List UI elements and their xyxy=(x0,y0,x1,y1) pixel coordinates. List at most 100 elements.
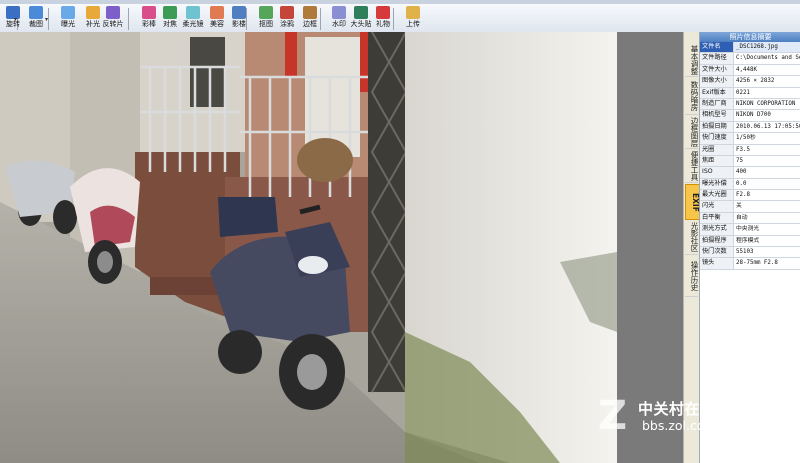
toolbar: 旋转 裁图 曝光 补光 反转片 彩棒 对焦 柔光镜 美容 影楼 抠图 涂鸦 边框 水印 大头贴 礼物 上传 ▾ ▾ xyxy=(0,4,800,33)
exif-key: 快门速度 xyxy=(700,133,734,144)
exif-value: F2.8 xyxy=(736,192,750,199)
watermark-brand: 中关村在线论坛 xyxy=(638,400,747,418)
street-photo xyxy=(0,32,617,463)
chevron-down-icon[interactable]: ▾ xyxy=(14,16,17,23)
exif-key: 文件名 xyxy=(700,42,734,53)
forum-watermark: Z 中关村在线论坛 bbs.zol.com.cn xyxy=(598,396,788,440)
tool-label: 上传 xyxy=(406,20,420,28)
sticker-icon xyxy=(354,6,368,19)
exif-value: 程序模式 xyxy=(736,237,760,244)
exif-row[interactable]: 文件大小 4,448K xyxy=(700,64,800,77)
exif-value: 400 xyxy=(736,169,747,176)
soft-lens-icon xyxy=(186,6,200,19)
exif-key: 曝光补偿 xyxy=(700,178,734,190)
exif-key: 镜头 xyxy=(700,258,734,269)
focus-icon xyxy=(163,6,177,19)
exif-value: 55103 xyxy=(736,249,754,256)
cutout-icon xyxy=(259,6,273,19)
exif-row[interactable]: 图像大小 4256 × 2832 xyxy=(700,76,800,88)
exif-row[interactable]: 制造厂商 NIKON CORPORATION xyxy=(700,98,800,111)
exif-value: 4,448K xyxy=(736,66,757,73)
exif-key: 闪光 xyxy=(700,201,734,212)
reversal-film-icon xyxy=(106,6,120,19)
exif-key: 光圈 xyxy=(700,144,734,155)
exif-row[interactable]: 拍摄日期 2010.06.13 17:05:50 xyxy=(700,121,800,134)
exif-panel-title: 照片信息摘要 xyxy=(700,32,800,42)
exif-row[interactable]: 测光方式 中央测光 xyxy=(700,224,800,236)
side-tab-7[interactable]: 操作历史 xyxy=(685,256,699,297)
side-tab-2[interactable]: 数码暗房 xyxy=(685,78,699,115)
exif-table: 文件名_DSC1268.jpg文件路径C:\Documents and Sett… xyxy=(700,42,800,270)
exif-value: 0221 xyxy=(736,89,750,96)
exif-key: 拍摄程序 xyxy=(700,235,734,247)
exif-key: 拍摄日期 xyxy=(700,121,734,133)
exif-row[interactable]: 曝光补偿 0.0 xyxy=(700,178,800,191)
chevron-down-icon[interactable]: ▾ xyxy=(45,16,48,23)
doodle-icon xyxy=(280,6,294,19)
exif-value: 4256 × 2832 xyxy=(736,78,775,85)
exif-row[interactable]: ISO 400 xyxy=(700,167,800,179)
tool-reversal-film-button[interactable]: 反转片 xyxy=(100,4,126,32)
exif-row[interactable]: 白平衡 自动 xyxy=(700,212,800,225)
exif-row[interactable]: 快门次数 55103 xyxy=(700,247,800,259)
gift-icon xyxy=(376,6,390,19)
exif-row[interactable]: 焦距 75 xyxy=(700,155,800,168)
side-tab-1[interactable]: 基本调整 xyxy=(685,44,699,77)
exif-row[interactable]: Exif版本 0221 xyxy=(700,87,800,99)
exif-value: NIKON CORPORATION xyxy=(736,100,796,107)
exif-row[interactable]: 闪光关 xyxy=(700,201,800,213)
exif-key: ISO xyxy=(700,167,734,178)
rotate-icon xyxy=(6,6,20,19)
exif-value: NIKON D700 xyxy=(736,112,771,119)
exif-row[interactable]: 文件名 _DSC1268.jpg xyxy=(700,42,800,54)
exif-key: 焦距 xyxy=(700,155,734,167)
photo-canvas[interactable] xyxy=(0,32,617,463)
exif-row[interactable]: 光圈 F3.5 xyxy=(700,144,800,156)
exif-key: 白平衡 xyxy=(700,212,734,224)
exif-value: 关 xyxy=(736,203,742,210)
exif-value: C:\Documents and Setti xyxy=(736,55,800,62)
exif-row[interactable]: 相机型号 NIKON D700 xyxy=(700,110,800,122)
studio-icon xyxy=(232,6,246,19)
exif-value: 75 xyxy=(736,157,743,164)
fill-light-icon xyxy=(86,6,100,19)
exif-key: 测光方式 xyxy=(700,224,734,235)
tool-upload-button[interactable]: 上传 xyxy=(400,4,426,32)
exif-value: 2010.06.13 17:05:50 xyxy=(736,123,800,130)
exposure-icon xyxy=(61,6,75,19)
exif-row[interactable]: 最大光圈 F2.8 xyxy=(700,190,800,202)
exif-key: 图像大小 xyxy=(700,76,734,87)
exif-row[interactable]: 拍摄程序 程序模式 xyxy=(700,235,800,248)
tool-gift-button[interactable]: 礼物 xyxy=(370,4,396,32)
exif-key: 制造厂商 xyxy=(700,98,734,110)
tool-label: 反转片 xyxy=(102,20,124,28)
exif-key: 相机型号 xyxy=(700,110,734,121)
exif-key: 文件路径 xyxy=(700,53,734,64)
color-wand-icon xyxy=(142,6,156,19)
zol-logo-icon: Z xyxy=(598,393,628,439)
watermark-icon xyxy=(332,6,346,19)
side-tab-6[interactable]: 光影社区 xyxy=(685,219,699,255)
crop-icon xyxy=(29,6,43,19)
exif-key: 文件大小 xyxy=(700,64,734,76)
side-tab-3[interactable]: 边框图层 xyxy=(685,116,699,149)
exif-key: 最大光圈 xyxy=(700,190,734,201)
upload-icon xyxy=(406,6,420,19)
exif-value: 0.0 xyxy=(736,180,747,187)
exif-key: 快门次数 xyxy=(700,247,734,258)
exif-value: 1/50秒 xyxy=(736,135,756,142)
frame-icon xyxy=(303,6,317,19)
side-tab-4[interactable]: 便捷工具 xyxy=(685,150,699,183)
beauty-icon xyxy=(210,6,224,19)
exif-key: Exif版本 xyxy=(700,87,734,98)
exif-value: 28-75mm F2.8 xyxy=(736,260,778,267)
exif-row[interactable]: 文件路径C:\Documents and Setti xyxy=(700,53,800,65)
exif-value: 自动 xyxy=(736,214,748,221)
exif-value: _DSC1268.jpg xyxy=(734,42,800,53)
exif-value: F3.5 xyxy=(736,146,750,153)
side-tab-5[interactable]: EXIF xyxy=(685,184,700,220)
exif-row[interactable]: 快门速度 1/50秒 xyxy=(700,133,800,145)
watermark-url: bbs.zol.com.cn xyxy=(642,418,736,433)
exif-row[interactable]: 镜头 28-75mm F2.8 xyxy=(700,258,800,270)
exif-value: 中央测光 xyxy=(736,226,760,233)
